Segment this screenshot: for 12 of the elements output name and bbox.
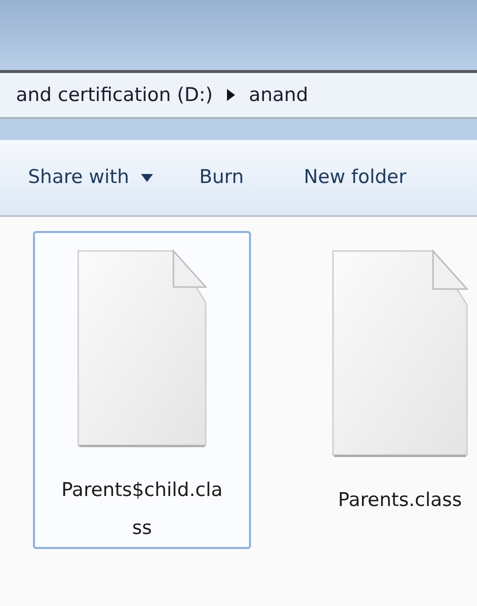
- toolbar-button[interactable]: New folder: [304, 163, 406, 192]
- file-icon: [331, 249, 469, 459]
- file-name: Parents$child.class: [60, 478, 224, 541]
- file-name: Parents.class: [337, 488, 463, 513]
- file-item[interactable]: Parents.class: [291, 231, 477, 549]
- breadcrumb-segment[interactable]: and certification (D:): [16, 80, 213, 110]
- breadcrumb-segment[interactable]: anand: [248, 80, 308, 110]
- chevron-right-icon: [226, 89, 235, 101]
- caret-down-icon: [141, 174, 154, 182]
- file-item[interactable]: Parents$child.class: [33, 231, 251, 549]
- toolbar-button[interactable]: Burn: [199, 163, 244, 192]
- share-with-button[interactable]: Share with: [28, 163, 154, 192]
